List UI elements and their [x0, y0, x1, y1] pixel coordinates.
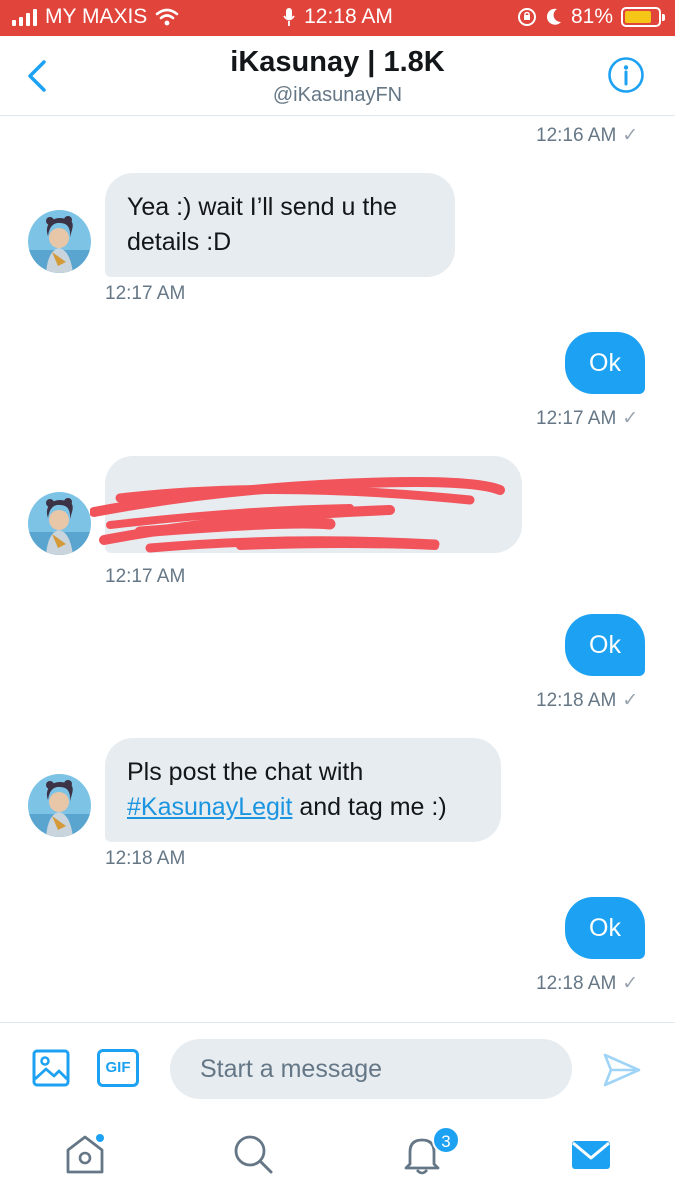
- read-check-icon: ✓: [622, 973, 639, 994]
- avatar[interactable]: [28, 492, 91, 555]
- message-timestamp: 12:16 AM ✓: [536, 125, 639, 146]
- home-icon[interactable]: [61, 1130, 109, 1178]
- read-check-icon: ✓: [622, 408, 639, 429]
- moon-icon: [546, 8, 561, 25]
- read-check-icon: ✓: [622, 690, 639, 711]
- tab-bar: [0, 1112, 675, 1200]
- incoming-message-bubble: Yea :) wait I’ll send u the details :D: [105, 173, 455, 277]
- gif-button[interactable]: GIF: [97, 1049, 139, 1087]
- avatar-image: [28, 210, 91, 273]
- battery-level: [625, 11, 651, 23]
- hashtag-link[interactable]: #KasunayLegit: [127, 793, 292, 821]
- send-button[interactable]: [601, 1049, 643, 1091]
- incoming-message-bubble: Pls post the chat with #KasunayLegit and…: [105, 738, 501, 842]
- avatar[interactable]: [28, 210, 91, 273]
- messages-icon[interactable]: [567, 1130, 615, 1178]
- message-composer: GIF: [0, 1022, 675, 1112]
- conversation-handle: @iKasunayFN: [272, 84, 403, 106]
- avatar-image: [28, 492, 91, 555]
- message-timestamp: 12:17 AM ✓: [536, 408, 639, 429]
- info-button[interactable]: [607, 56, 645, 94]
- conversation-header: iKasunay | 1.8K @iKasunayFN: [0, 36, 675, 116]
- conversation-title: iKasunay | 1.8K: [230, 46, 445, 78]
- message-timestamp: 12:18 AM ✓: [536, 973, 639, 994]
- message-timestamp: 12:17 AM: [105, 283, 186, 304]
- outgoing-message-bubble: Ok: [565, 332, 645, 394]
- clock: 12:18 AM: [304, 5, 393, 28]
- message-input[interactable]: [170, 1039, 572, 1099]
- search-icon[interactable]: [229, 1130, 277, 1178]
- read-check-icon: ✓: [622, 125, 639, 146]
- message-timestamp: 12:17 AM: [105, 566, 186, 587]
- message-timestamp: 12:18 AM: [105, 848, 186, 869]
- notification-badge: 3: [432, 1126, 460, 1154]
- message-timestamp: 12:18 AM ✓: [536, 690, 639, 711]
- outgoing-message-bubble: Ok: [565, 897, 645, 959]
- outgoing-message-bubble: Ok: [565, 614, 645, 676]
- avatar[interactable]: [28, 774, 91, 837]
- battery-icon: [621, 7, 665, 27]
- microphone-icon: [283, 8, 295, 26]
- redaction-scribble: [90, 477, 505, 553]
- battery-percent: 81%: [570, 5, 613, 28]
- image-button[interactable]: [32, 1049, 70, 1087]
- avatar-image: [28, 774, 91, 837]
- status-bar: MY MAXIS 12:18 AM 81%: [0, 0, 675, 36]
- rotation-lock-icon: [517, 8, 536, 26]
